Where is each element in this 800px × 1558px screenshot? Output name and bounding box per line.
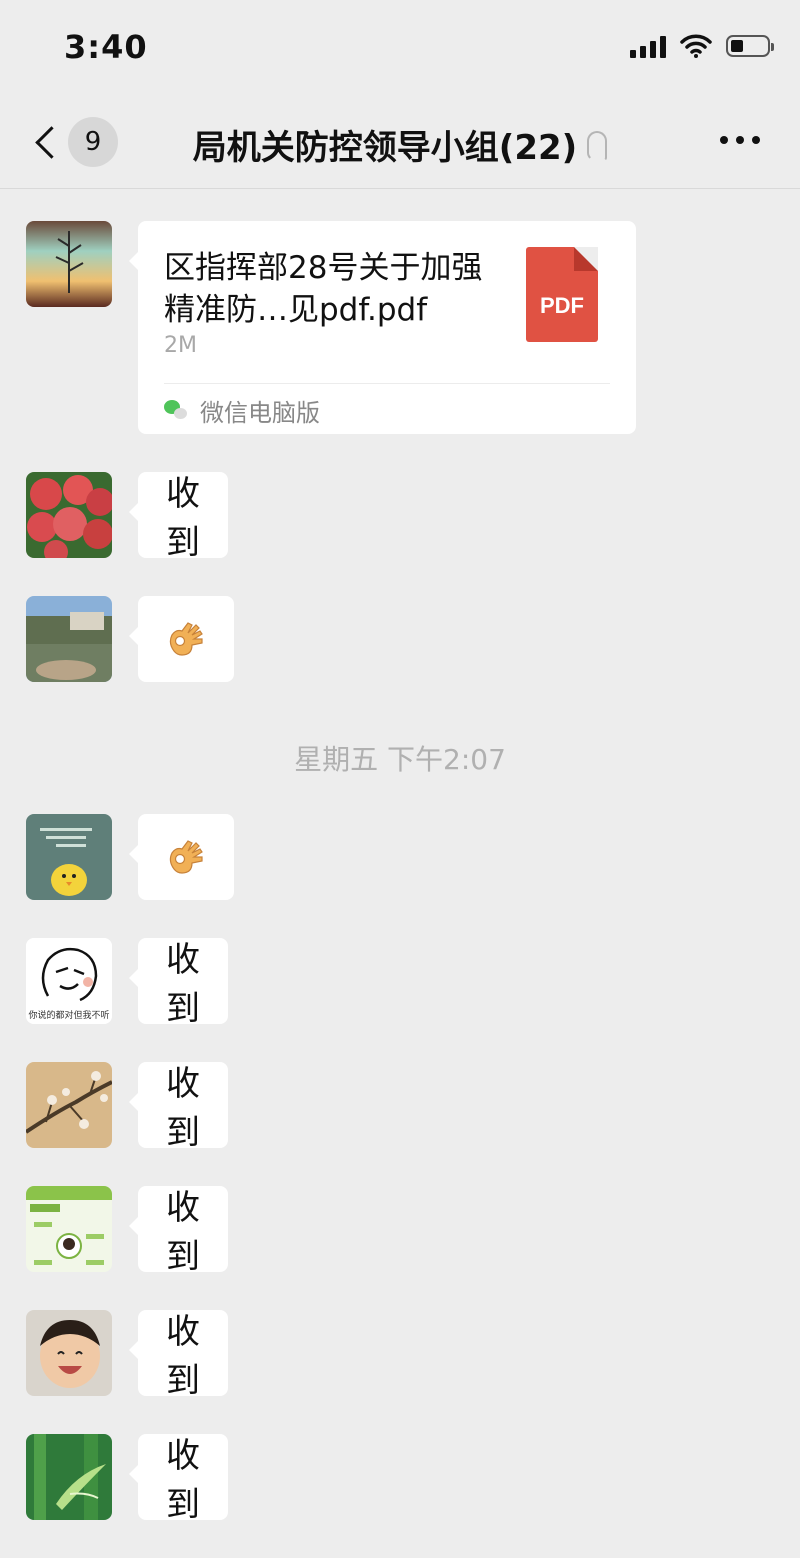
divider (164, 383, 610, 384)
ok-hand-icon (169, 622, 203, 656)
avatar[interactable] (26, 1062, 112, 1148)
message-bubble[interactable]: 收到 (129, 938, 228, 1029)
status-icons (630, 34, 774, 58)
pdf-file-icon: PDF (526, 247, 598, 342)
avatar[interactable] (26, 1310, 112, 1396)
more-dot (720, 136, 728, 144)
wechat-icon (164, 399, 188, 422)
time-divider: 星期五 下午2:07 (294, 743, 506, 776)
avatar[interactable] (26, 596, 112, 682)
wifi-icon (680, 34, 712, 58)
ear-icon (587, 131, 608, 161)
avatar[interactable]: 你说的都对但我不听 (26, 938, 112, 1024)
message-bubble[interactable]: 收到 (129, 1310, 228, 1401)
more-options-button[interactable] (720, 136, 760, 144)
chat-title: 局机关防控领导小组(22) (192, 128, 578, 168)
battery-fill (731, 40, 743, 52)
status-bar: 3:40 (0, 0, 800, 96)
avatar[interactable] (26, 814, 112, 900)
cellular-signal-icon (630, 34, 666, 58)
status-time: 3:40 (64, 28, 148, 66)
chat-title-wrap: 局机关防控领导小组(22) (0, 120, 800, 169)
nav-bar: 9 局机关防控领导小组(22) (0, 96, 800, 189)
more-dot (752, 136, 760, 144)
file-source: 微信电脑版 (164, 393, 320, 428)
avatar[interactable] (26, 221, 112, 307)
file-message-card[interactable]: 区指挥部28号关于加强精准防…见pdf.pdf 2M PDF 微信电脑版 (129, 221, 636, 434)
message-bubble[interactable]: 收到 (129, 1434, 228, 1525)
file-size: 2M (164, 333, 197, 358)
ok-hand-icon (169, 840, 203, 874)
avatar[interactable] (26, 1186, 112, 1272)
more-dot (736, 136, 744, 144)
battery-icon (726, 35, 774, 57)
message-bubble[interactable]: 收到 (129, 1062, 228, 1153)
pdf-corner-fold (574, 247, 598, 271)
message-bubble[interactable]: 收到 (129, 1186, 228, 1277)
file-source-label: 微信电脑版 (200, 399, 320, 427)
pdf-label: PDF (540, 293, 584, 318)
message-bubble[interactable] (129, 596, 234, 682)
avatar[interactable] (26, 472, 112, 558)
file-name: 区指挥部28号关于加强精准防…见pdf.pdf (164, 250, 483, 328)
avatar[interactable] (26, 1434, 112, 1520)
message-bubble[interactable] (129, 814, 234, 900)
avatar-caption: 你说的都对但我不听 (28, 1009, 109, 1021)
message-bubble[interactable]: 收到 (129, 472, 228, 563)
